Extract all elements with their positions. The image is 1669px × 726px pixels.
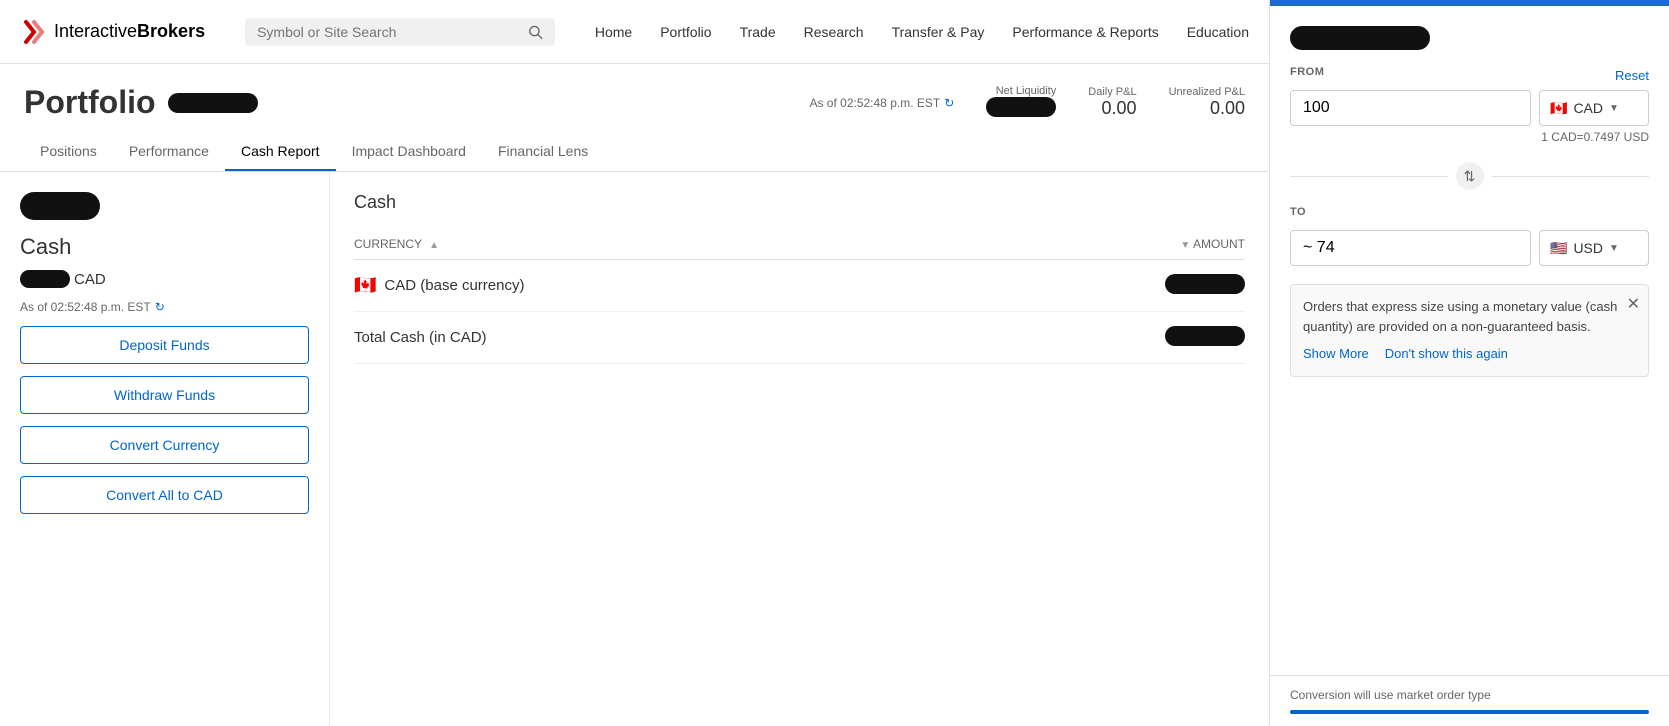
from-currency-select[interactable]: 🇨🇦 CAD ▼ — [1539, 90, 1649, 126]
usd-flag-to: 🇺🇸 — [1550, 240, 1567, 257]
cad-currency-cell: 🇨🇦 CAD (base currency) — [354, 275, 960, 296]
main-content: Cash CURRENCY ▲ ▼ AMOUNT — [330, 172, 1269, 726]
cash-amount-redacted — [20, 270, 70, 288]
net-liquidity-stat: Net Liquidity — [986, 85, 1056, 120]
tab-positions[interactable]: Positions — [24, 133, 113, 171]
currency-sort-icon: ▲ — [429, 240, 439, 251]
from-currency-text: CAD — [1573, 100, 1603, 116]
cash-label: Cash — [20, 234, 309, 260]
sidebar-timestamp: As of 02:52:48 p.m. EST ↻ — [20, 300, 309, 314]
tab-financial-lens[interactable]: Financial Lens — [482, 133, 604, 171]
footer-text: Conversion will use market order type — [1290, 688, 1491, 702]
info-message: Orders that express size using a monetar… — [1303, 299, 1617, 334]
nav-transfer-pay[interactable]: Transfer & Pay — [892, 24, 985, 40]
total-cash-cell: Total Cash (in CAD) — [354, 329, 960, 346]
portfolio-title: Portfolio — [24, 84, 156, 121]
from-label: FROM — [1290, 66, 1324, 78]
convert-currency-button[interactable]: Convert Currency — [20, 426, 309, 464]
daily-pnl-stat: Daily P&L 0.00 — [1088, 86, 1136, 119]
logo[interactable]: InteractiveBrokers — [20, 18, 205, 46]
cad-flag-icon: 🇨🇦 — [354, 275, 376, 296]
account-number-redacted — [20, 192, 100, 220]
refresh-icon[interactable]: ↻ — [944, 96, 954, 110]
table-row: 🇨🇦 CAD (base currency) — [354, 260, 1245, 312]
total-cash-label: Total Cash (in CAD) — [354, 329, 487, 346]
panel-footer: Conversion will use market order type — [1270, 675, 1669, 726]
portfolio-stats: As of 02:52:48 p.m. EST ↻ Net Liquidity … — [809, 85, 1245, 120]
amount-column-header[interactable]: ▼ AMOUNT — [960, 229, 1245, 260]
tab-bar: Positions Performance Cash Report Impact… — [0, 133, 1269, 172]
exchange-rate: 1 CAD=0.7497 USD — [1290, 130, 1649, 144]
cad-flag-from: 🇨🇦 — [1550, 100, 1567, 117]
info-links: Show More Don't show this again — [1303, 344, 1636, 364]
swap-divider: ⇅ — [1290, 162, 1649, 190]
show-more-link[interactable]: Show More — [1303, 344, 1369, 364]
divider-line-left — [1290, 176, 1448, 177]
cash-currency-row: CAD — [20, 270, 309, 288]
nav-education[interactable]: Education — [1187, 24, 1249, 40]
to-currency-select[interactable]: 🇺🇸 USD ▼ — [1539, 230, 1649, 266]
amount-sort-icon: ▼ — [1180, 240, 1190, 251]
to-amount-input[interactable] — [1290, 230, 1531, 266]
cash-section-title: Cash — [354, 192, 1245, 213]
info-box: ✕ Orders that express size using a monet… — [1290, 284, 1649, 377]
tab-cash-report[interactable]: Cash Report — [225, 133, 336, 171]
nav-menu: Home Portfolio Trade Research Transfer &… — [595, 24, 1249, 40]
dont-show-link[interactable]: Don't show this again — [1385, 344, 1508, 364]
from-input-row: 🇨🇦 CAD ▼ — [1290, 90, 1649, 126]
from-amount-input[interactable] — [1290, 90, 1531, 126]
panel-title-redacted — [1290, 26, 1430, 50]
withdraw-funds-button[interactable]: Withdraw Funds — [20, 376, 309, 414]
tab-performance[interactable]: Performance — [113, 133, 225, 171]
to-currency-chevron-icon: ▼ — [1609, 243, 1619, 254]
nav-portfolio[interactable]: Portfolio — [660, 24, 711, 40]
portfolio-title-area: Portfolio — [24, 84, 258, 121]
swap-icon[interactable]: ⇅ — [1456, 162, 1484, 190]
reset-link[interactable]: Reset — [1615, 68, 1649, 83]
to-input-row: 🇺🇸 USD ▼ — [1290, 230, 1649, 266]
cad-amount-cell — [960, 260, 1245, 312]
cash-currency: CAD — [74, 271, 106, 288]
nav-performance-reports[interactable]: Performance & Reports — [1012, 24, 1158, 40]
search-icon — [528, 24, 543, 40]
divider-line-right — [1492, 176, 1650, 177]
tab-impact-dashboard[interactable]: Impact Dashboard — [336, 133, 482, 171]
right-panel: FROM Reset 🇨🇦 CAD ▼ 1 CAD=0.7497 USD ⇅ T… — [1269, 0, 1669, 726]
deposit-funds-button[interactable]: Deposit Funds — [20, 326, 309, 364]
info-box-close-button[interactable]: ✕ — [1627, 293, 1640, 317]
total-cash-amount-cell — [960, 312, 1245, 364]
table-row: Total Cash (in CAD) — [354, 312, 1245, 364]
cad-amount-redacted — [1165, 274, 1245, 294]
cad-currency-name: CAD (base currency) — [384, 277, 524, 294]
total-cash-amount-redacted — [1165, 326, 1245, 346]
nav-home[interactable]: Home — [595, 24, 632, 40]
search-bar[interactable] — [245, 18, 555, 46]
net-liquidity-value-redacted — [986, 97, 1056, 117]
currency-column-header[interactable]: CURRENCY ▲ — [354, 229, 960, 260]
top-nav: InteractiveBrokers Home Portfolio Trade … — [0, 0, 1269, 64]
panel-content: FROM Reset 🇨🇦 CAD ▼ 1 CAD=0.7497 USD ⇅ T… — [1270, 6, 1669, 675]
cash-table: CURRENCY ▲ ▼ AMOUNT 🇨🇦 — [354, 229, 1245, 364]
portfolio-header: Portfolio As of 02:52:48 p.m. EST ↻ Net … — [0, 64, 1269, 121]
from-row: FROM Reset — [1290, 66, 1649, 84]
logo-text: InteractiveBrokers — [54, 21, 205, 42]
convert-all-to-cad-button[interactable]: Convert All to CAD — [20, 476, 309, 514]
search-input[interactable] — [257, 24, 520, 40]
account-redacted — [168, 93, 258, 113]
timestamp: As of 02:52:48 p.m. EST ↻ — [809, 96, 954, 110]
content-area: Cash CAD As of 02:52:48 p.m. EST ↻ Depos… — [0, 172, 1269, 726]
left-sidebar: Cash CAD As of 02:52:48 p.m. EST ↻ Depos… — [0, 172, 330, 726]
unrealized-pnl-stat: Unrealized P&L 0.00 — [1169, 86, 1245, 119]
from-currency-chevron-icon: ▼ — [1609, 103, 1619, 114]
sidebar-refresh-icon[interactable]: ↻ — [155, 300, 165, 314]
nav-trade[interactable]: Trade — [740, 24, 776, 40]
to-currency-text: USD — [1573, 240, 1603, 256]
nav-research[interactable]: Research — [804, 24, 864, 40]
to-label: TO — [1290, 206, 1649, 218]
